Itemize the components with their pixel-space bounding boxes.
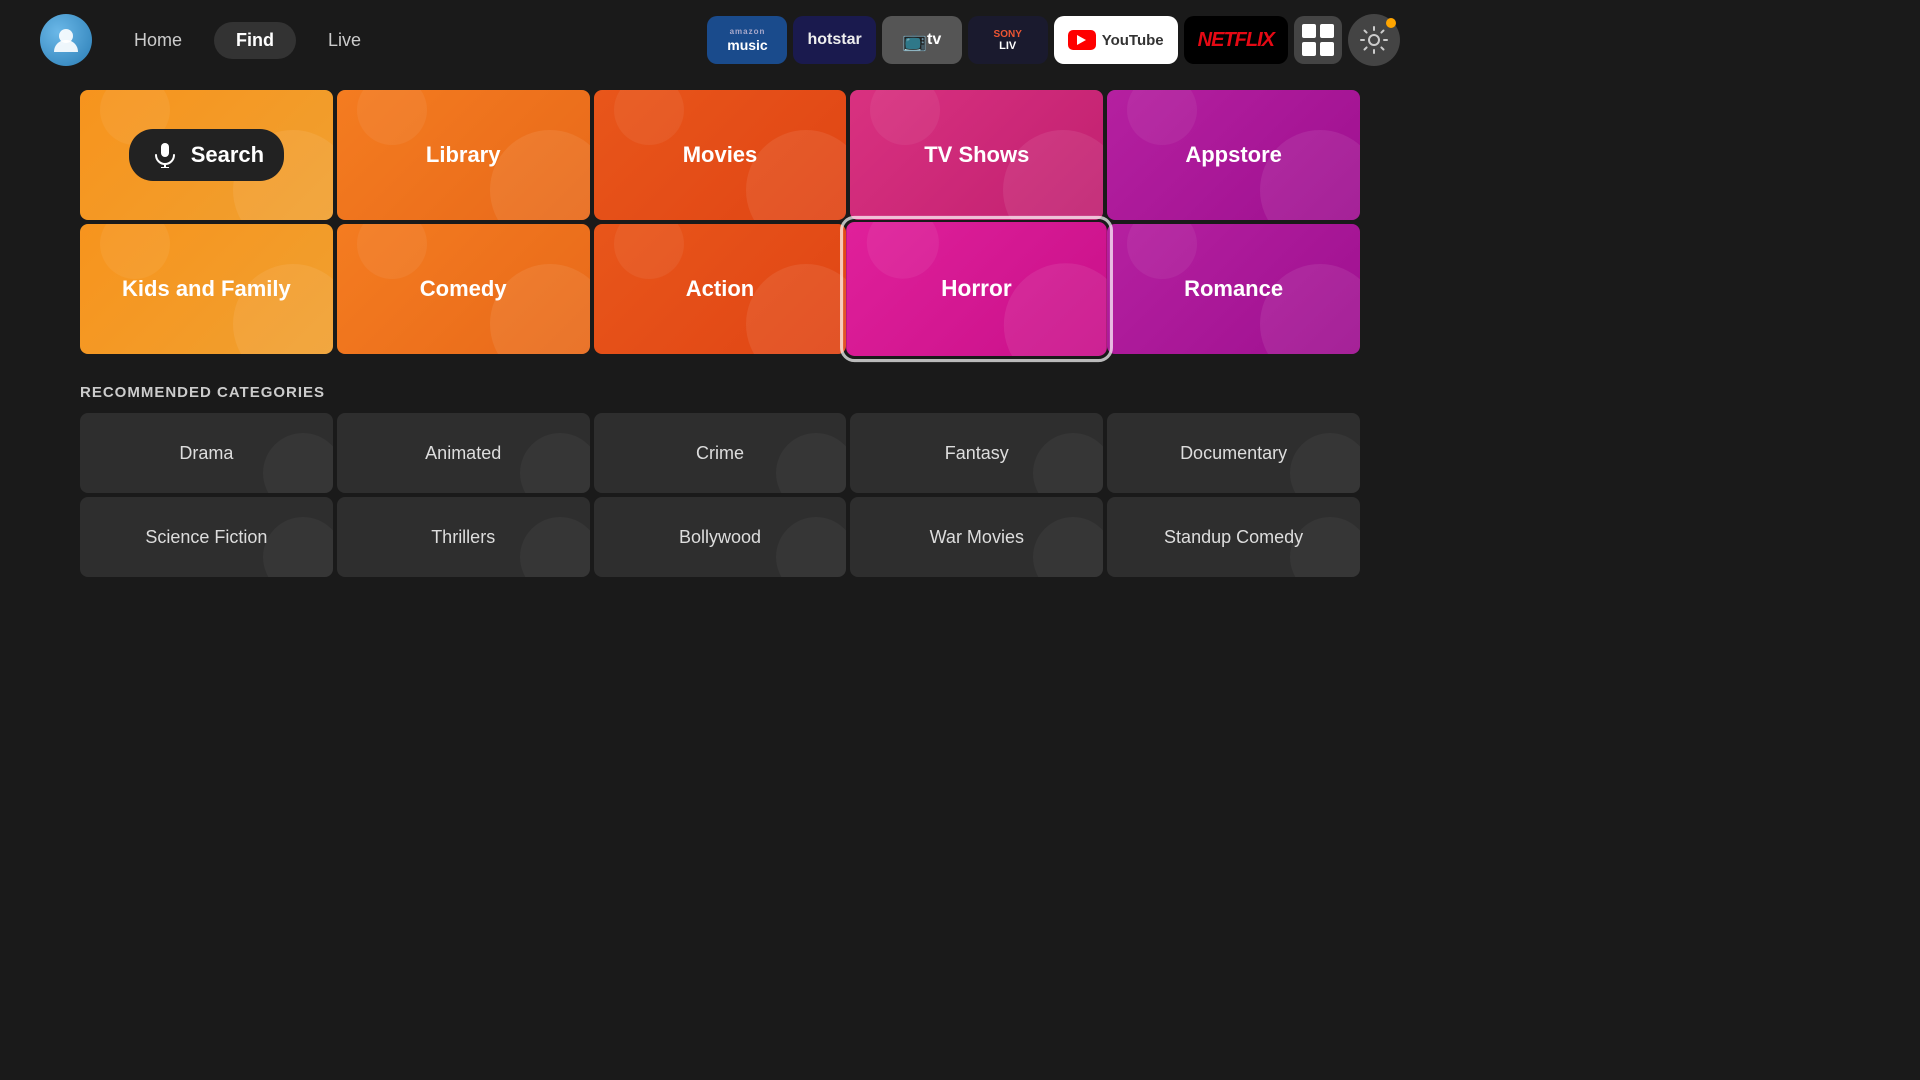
fantasy-label: Fantasy xyxy=(945,443,1009,464)
tile-romance[interactable]: Romance xyxy=(1107,224,1360,354)
grid-cell-2 xyxy=(1320,24,1334,38)
nav-home[interactable]: Home xyxy=(112,22,204,59)
rec-tile-crime[interactable]: Crime xyxy=(594,413,847,493)
hotstar-label: hotstar xyxy=(807,31,861,49)
recommended-title: RECOMMENDED CATEGORIES xyxy=(80,384,1360,401)
animated-label: Animated xyxy=(425,443,501,464)
recommended-grid: Drama Animated Crime Fantasy Documentary… xyxy=(80,413,1360,577)
crime-label: Crime xyxy=(696,443,744,464)
rec-tile-bollywood[interactable]: Bollywood xyxy=(594,497,847,577)
war-movies-label: War Movies xyxy=(930,527,1024,548)
app-netflix[interactable]: NETFLIX xyxy=(1184,16,1288,64)
app-amazon-music[interactable]: amazon music xyxy=(707,16,787,64)
documentary-label: Documentary xyxy=(1180,443,1287,464)
horror-label: Horror xyxy=(942,276,1013,303)
sony-liv-label: LIV xyxy=(999,40,1016,52)
comedy-label: Comedy xyxy=(420,276,507,302)
scifi-label: Science Fiction xyxy=(145,527,267,548)
netflix-label: NETFLIX xyxy=(1198,29,1274,52)
app-grid-button[interactable] xyxy=(1294,16,1342,64)
grid-cell-1 xyxy=(1302,24,1316,38)
grid-cell-4 xyxy=(1320,42,1334,56)
youtube-label: YouTube xyxy=(1102,32,1164,49)
bollywood-label: Bollywood xyxy=(679,527,761,548)
tile-horror[interactable]: Horror xyxy=(847,222,1107,356)
rec-tile-standup-comedy[interactable]: Standup Comedy xyxy=(1107,497,1360,577)
drama-label: Drama xyxy=(179,443,233,464)
search-label: Search xyxy=(191,142,264,168)
tile-action[interactable]: Action xyxy=(594,224,847,354)
settings-button[interactable] xyxy=(1348,14,1400,66)
rec-tile-documentary[interactable]: Documentary xyxy=(1107,413,1360,493)
movies-label: Movies xyxy=(683,142,758,168)
appstore-label: Appstore xyxy=(1185,142,1282,168)
search-button[interactable]: Search xyxy=(129,129,284,181)
nav-find[interactable]: Find xyxy=(214,22,296,59)
grid-cell-3 xyxy=(1302,42,1316,56)
sony-label: SONY xyxy=(994,29,1022,40)
tile-comedy[interactable]: Comedy xyxy=(337,224,590,354)
rec-tile-animated[interactable]: Animated xyxy=(337,413,590,493)
youtube-icon xyxy=(1068,30,1096,50)
rec-tile-thrillers[interactable]: Thrillers xyxy=(337,497,590,577)
tvshows-label: TV Shows xyxy=(924,142,1029,168)
category-grid: Search Library Movies TV Shows Appstore … xyxy=(80,90,1360,354)
library-label: Library xyxy=(426,142,501,168)
kids-label: Kids and Family xyxy=(122,276,291,302)
tv-label: 📺 xyxy=(902,28,927,53)
main-content: Search Library Movies TV Shows Appstore … xyxy=(0,80,1440,597)
tile-search[interactable]: Search xyxy=(80,90,333,220)
app-tv[interactable]: 📺 tv xyxy=(882,16,962,64)
tile-kids[interactable]: Kids and Family xyxy=(80,224,333,354)
app-youtube[interactable]: YouTube xyxy=(1054,16,1178,64)
tile-tvshows[interactable]: TV Shows xyxy=(850,90,1103,220)
streaming-apps: amazon music hotstar 📺 tv SONY LIV YouTu… xyxy=(707,14,1400,66)
app-sony-liv[interactable]: SONY LIV xyxy=(968,16,1048,64)
action-label: Action xyxy=(686,276,754,302)
mic-icon xyxy=(149,139,181,171)
rec-tile-scifi[interactable]: Science Fiction xyxy=(80,497,333,577)
tv-text: tv xyxy=(927,31,941,49)
romance-label: Romance xyxy=(1184,276,1283,302)
thrillers-label: Thrillers xyxy=(431,527,495,548)
amazon-bottom-label: music xyxy=(727,37,767,53)
tile-library[interactable]: Library xyxy=(337,90,590,220)
amazon-top-label: amazon xyxy=(730,27,766,36)
top-nav: Home Find Live amazon music hotstar 📺 tv… xyxy=(0,0,1440,80)
rec-tile-fantasy[interactable]: Fantasy xyxy=(850,413,1103,493)
nav-live[interactable]: Live xyxy=(306,22,383,59)
rec-tile-drama[interactable]: Drama xyxy=(80,413,333,493)
avatar[interactable] xyxy=(40,14,92,66)
app-hotstar[interactable]: hotstar xyxy=(793,16,875,64)
standup-comedy-label: Standup Comedy xyxy=(1164,527,1303,548)
tile-appstore[interactable]: Appstore xyxy=(1107,90,1360,220)
rec-tile-war-movies[interactable]: War Movies xyxy=(850,497,1103,577)
tile-movies[interactable]: Movies xyxy=(594,90,847,220)
